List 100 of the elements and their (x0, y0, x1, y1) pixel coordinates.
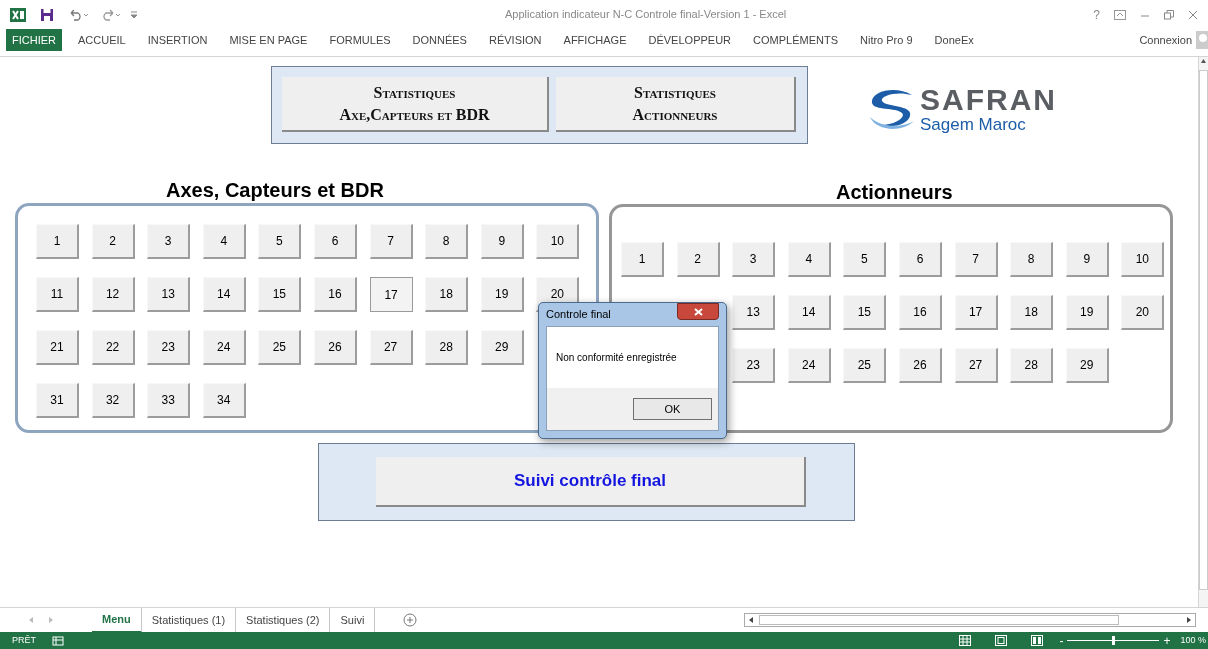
number-button[interactable]: 2 (91, 224, 135, 259)
zoom-level[interactable]: 100 % (1180, 633, 1206, 648)
sheet-tab[interactable]: Menu (92, 607, 142, 633)
number-button[interactable]: 7 (369, 224, 413, 259)
number-button[interactable]: 14 (787, 295, 831, 330)
number-button[interactable]: 32 (91, 383, 135, 418)
number-button[interactable]: 3 (732, 242, 776, 277)
logo-brand: SAFRAN (920, 85, 1057, 115)
ribbon-tab[interactable]: Nitro Pro 9 (854, 29, 919, 51)
follow-up-button[interactable]: Suivi contrôle final (376, 457, 806, 507)
number-button[interactable]: 17 (369, 277, 413, 312)
number-button[interactable]: 7 (954, 242, 998, 277)
ribbon-tab[interactable]: AFFICHAGE (557, 29, 633, 51)
zoom-slider-thumb[interactable] (1112, 636, 1116, 645)
number-button[interactable]: 21 (36, 330, 79, 365)
number-button[interactable]: 34 (202, 383, 246, 418)
number-button[interactable]: 29 (1065, 348, 1109, 383)
ribbon-tab[interactable]: ACCUEIL (72, 29, 132, 51)
vertical-scrollbar[interactable] (1198, 57, 1208, 607)
number-button[interactable]: 14 (202, 277, 246, 312)
logo-subtitle: Sagem Maroc (920, 115, 1027, 135)
ribbon-tab[interactable]: DONNÉES (406, 29, 473, 51)
number-button[interactable]: 24 (787, 348, 831, 383)
statistics-button[interactable]: Statistiques Axe,Capteurs et BDR (282, 77, 549, 132)
horizontal-scrollbar[interactable] (744, 613, 1196, 627)
ribbon-tab[interactable]: MISE EN PAGE (223, 29, 314, 51)
number-button[interactable]: 27 (954, 348, 998, 383)
ribbon-display-icon[interactable] (1114, 9, 1126, 20)
ribbon-tab[interactable]: COMPLÉMENTS (747, 29, 844, 51)
number-button[interactable]: 27 (369, 330, 413, 365)
number-button[interactable]: 13 (147, 277, 191, 312)
number-button[interactable]: 31 (36, 383, 79, 418)
number-button[interactable]: 4 (202, 224, 246, 259)
number-button[interactable]: 10 (1121, 242, 1165, 277)
page-break-icon[interactable] (1031, 635, 1044, 646)
number-button[interactable]: 15 (843, 295, 887, 330)
number-button[interactable]: 17 (954, 295, 998, 330)
ribbon-tab[interactable]: FICHIER (6, 29, 62, 51)
ribbon-tab[interactable]: FORMULES (323, 29, 397, 51)
number-button[interactable]: 29 (480, 330, 524, 365)
ribbon-tab[interactable]: RÉVISION (482, 29, 548, 51)
group-title: Actionneurs (836, 180, 953, 205)
number-button[interactable]: 18 (425, 277, 469, 312)
number-button[interactable]: 26 (898, 348, 942, 383)
number-button[interactable]: 26 (313, 330, 357, 365)
redo-icon[interactable] (100, 8, 122, 21)
number-button[interactable]: 9 (1065, 242, 1109, 277)
number-button[interactable]: 12 (91, 277, 135, 312)
number-button[interactable]: 8 (1010, 242, 1054, 277)
number-button[interactable]: 24 (202, 330, 246, 365)
macro-record-icon[interactable] (52, 635, 64, 646)
statistics-button[interactable]: Statistiques Actionneurs (556, 77, 796, 132)
page-layout-icon[interactable] (995, 635, 1008, 646)
number-button[interactable]: 6 (313, 224, 357, 259)
zoom-in-button[interactable]: + (1163, 631, 1171, 649)
number-button[interactable]: 13 (732, 295, 776, 330)
ok-button[interactable]: OK (633, 398, 712, 420)
ribbon-tab[interactable]: DoneEx (928, 29, 980, 51)
number-button[interactable]: 10 (536, 224, 580, 259)
customize-toolbar-icon[interactable] (130, 10, 138, 19)
normal-view-icon[interactable] (959, 635, 972, 646)
number-button[interactable]: 22 (91, 330, 135, 365)
help-button[interactable]: ? (1093, 5, 1100, 24)
number-button[interactable]: 23 (147, 330, 191, 365)
number-button[interactable]: 5 (258, 224, 302, 259)
restore-icon[interactable] (1164, 9, 1174, 20)
number-button[interactable]: 25 (258, 330, 302, 365)
number-button[interactable]: 28 (1010, 348, 1054, 383)
number-button[interactable]: 16 (313, 277, 357, 312)
close-icon[interactable] (1188, 9, 1198, 20)
number-button[interactable]: 3 (147, 224, 191, 259)
number-button[interactable]: 6 (898, 242, 942, 277)
undo-icon[interactable] (68, 8, 90, 21)
number-button[interactable]: 16 (898, 295, 942, 330)
number-button[interactable]: 4 (787, 242, 831, 277)
ribbon-tab[interactable]: INSERTION (141, 29, 214, 51)
number-button[interactable]: 18 (1010, 295, 1054, 330)
number-button[interactable]: 1 (621, 242, 664, 277)
close-button[interactable] (677, 303, 719, 320)
number-button[interactable]: 8 (425, 224, 469, 259)
number-button[interactable]: 11 (36, 277, 79, 312)
number-button[interactable]: 5 (843, 242, 887, 277)
number-button[interactable]: 28 (425, 330, 469, 365)
number-button[interactable]: 19 (1065, 295, 1109, 330)
number-button[interactable]: 25 (843, 348, 887, 383)
scroll-up-icon[interactable] (1199, 57, 1208, 66)
ribbon-tab[interactable]: DÉVELOPPEUR (642, 29, 738, 51)
zoom-out-button[interactable]: - (1059, 631, 1064, 649)
number-button[interactable]: 19 (480, 277, 524, 312)
sign-in-link[interactable]: Connexion (1139, 31, 1192, 49)
add-sheet-icon[interactable] (403, 613, 418, 627)
spreadsheet-app-icon[interactable] (10, 7, 26, 22)
number-button[interactable]: 9 (480, 224, 524, 259)
number-button[interactable]: 33 (147, 383, 191, 418)
number-button[interactable]: 23 (732, 348, 776, 383)
number-button[interactable]: 20 (1121, 295, 1165, 330)
number-button[interactable]: 15 (258, 277, 302, 312)
number-button[interactable]: 1 (36, 224, 79, 259)
status-text: PRÊT (12, 633, 36, 647)
number-button[interactable]: 2 (676, 242, 720, 277)
